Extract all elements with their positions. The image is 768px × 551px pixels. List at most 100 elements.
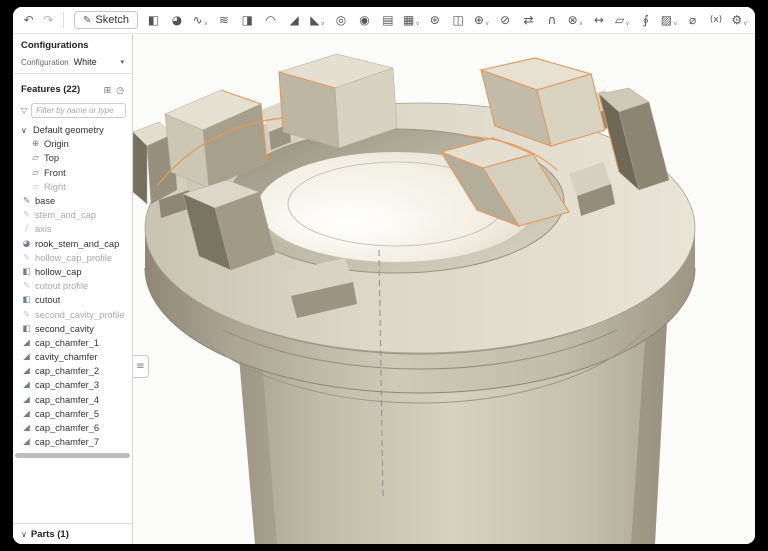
toolbar-mirror-button[interactable]: ◫ [449, 10, 468, 30]
feature-item-cap-chamfer-1[interactable]: ◢cap_chamfer_1 [13, 336, 132, 350]
toolbar-chamfer-button[interactable]: ◢ [285, 10, 304, 30]
feature-item-stem-and-cap[interactable]: ✎stem_and_cap [13, 208, 132, 222]
feature-item-hollow-cap[interactable]: ◧hollow_cap [13, 265, 132, 279]
toolbar-shell-button[interactable]: ◎ [332, 10, 351, 30]
chevron-down-icon: ∨ [415, 20, 419, 30]
toolbar-measure-button[interactable]: ⌀ [683, 10, 702, 30]
revolve-icon: ◕ [172, 14, 182, 26]
toolbar-extrude-button[interactable]: ◧ [144, 10, 163, 30]
feature-item-base[interactable]: ✎base [13, 194, 132, 208]
thicken-icon: ◨ [242, 14, 253, 26]
tree-default-geometry[interactable]: ∨Default geometry [13, 123, 132, 137]
crenellation-block-center[interactable] [279, 54, 397, 148]
tree-item-label: cap_chamfer_5 [35, 409, 99, 419]
rook-3d-model[interactable] [133, 34, 755, 544]
chevron-down-icon: ∨ [204, 20, 208, 30]
feature-item-cap-chamfer-3[interactable]: ◢cap_chamfer_3 [13, 378, 132, 392]
toolbar-divider [63, 12, 64, 28]
panel-collapse-tab[interactable]: ≡ [133, 355, 149, 378]
history-icon[interactable]: ◷ [116, 86, 124, 96]
toolbar-thicken-button[interactable]: ◨ [238, 10, 257, 30]
variables-icon: (x) [710, 16, 722, 25]
feature-filter-input[interactable] [31, 103, 126, 118]
toolbar-draft-button[interactable]: ◣∨ [308, 10, 327, 30]
tree-item-top[interactable]: ▱Top [13, 151, 132, 165]
plane-icon: ▱ [30, 168, 41, 178]
rib-icon: ▤ [382, 14, 393, 26]
toolbar-circular-pattern-button[interactable]: ⊛ [425, 10, 444, 30]
toolbar-move-face-button[interactable]: ↔ [589, 10, 608, 30]
offset-surface-icon: ∩ [548, 14, 557, 26]
toolbar-hole-button[interactable]: ◉ [355, 10, 374, 30]
tree-item-right[interactable]: ▱Right [13, 180, 132, 194]
toolbar-boolean-button[interactable]: ⊕∨ [472, 10, 491, 30]
feature-item-second-cavity[interactable]: ◧second_cavity [13, 322, 132, 336]
delete-face-icon: ⊗ [568, 14, 578, 26]
viewport-3d[interactable]: ≡ [133, 34, 755, 544]
configuration-label: Configuration [21, 58, 69, 67]
redo-button[interactable]: ↷ [39, 10, 58, 30]
sketch-icon: ✎ [21, 281, 32, 291]
toolbar-split-button[interactable]: ⊘ [496, 10, 515, 30]
sketch-list-icon[interactable]: ⊞ [104, 86, 112, 96]
tree-item-label: cap_chamfer_7 [35, 437, 99, 447]
toolbar-helix-button[interactable]: ∮ [636, 10, 655, 30]
tree-item-label: second_cavity [35, 324, 94, 334]
toolbar-loft-button[interactable]: ≋ [214, 10, 233, 30]
circular-pattern-icon: ⊛ [430, 14, 440, 26]
split-icon: ⊘ [500, 14, 510, 26]
toolbar-fillet-button[interactable]: ◠ [261, 10, 280, 30]
configurations-section: Configurations Configuration White ▾ [13, 34, 132, 74]
chamfer-icon: ◢ [21, 338, 32, 348]
chevron-down-icon: ∨ [321, 20, 325, 30]
chevron-down-icon: ∨ [485, 20, 489, 30]
toolbar-appearance-button[interactable]: ⚙∨ [730, 10, 749, 30]
tree-item-origin[interactable]: ⊕Origin [13, 137, 132, 151]
tree-item-label: Default geometry [33, 125, 104, 135]
feature-item-rook-stem-and-cap[interactable]: ◕rook_stem_and_cap [13, 237, 132, 251]
feature-item-axis[interactable]: ∕axis [13, 222, 132, 236]
features-header: Features (22) ⊞◷ [13, 74, 132, 100]
feature-item-cap-chamfer-7[interactable]: ◢cap_chamfer_7 [13, 435, 132, 449]
feature-item-cap-chamfer-6[interactable]: ◢cap_chamfer_6 [13, 421, 132, 435]
toolbar-rib-button[interactable]: ▤ [378, 10, 397, 30]
sketch-button[interactable]: ✎ Sketch [74, 11, 138, 29]
tree-item-label: Right [44, 182, 66, 192]
tree-item-label: stem_and_cap [35, 210, 96, 220]
tree-item-label: cap_chamfer_2 [35, 366, 99, 376]
toolbar-sheet-metal-button[interactable]: ▨∨ [660, 10, 679, 30]
feature-item-hollow-cap-profile[interactable]: ✎hollow_cap_profile [13, 251, 132, 265]
feature-item-cap-chamfer-2[interactable]: ◢cap_chamfer_2 [13, 364, 132, 378]
parts-section-header[interactable]: ∨ Parts (1) [13, 523, 132, 544]
tree-item-label: cutout profile [35, 281, 88, 291]
configuration-dropdown[interactable]: Configuration White ▾ [21, 57, 124, 67]
toolbar-variables-button[interactable]: (x) [707, 10, 726, 30]
feature-item-cap-chamfer-5[interactable]: ◢cap_chamfer_5 [13, 407, 132, 421]
chamfer-icon: ◢ [21, 437, 32, 447]
horizontal-scrollbar[interactable] [15, 453, 130, 458]
chamfer-icon: ◢ [21, 395, 32, 405]
chevron-down-icon: ∨ [21, 530, 27, 539]
toolbar-revolve-button[interactable]: ◕ [167, 10, 186, 30]
extrude-icon: ◧ [21, 295, 32, 305]
feature-item-cutout-profile[interactable]: ✎cutout profile [13, 279, 132, 293]
fillet-icon: ◠ [265, 14, 275, 26]
sketch-icon: ✎ [21, 310, 32, 320]
tree-item-label: cavity_chamfer [35, 352, 98, 362]
toolbar-transform-button[interactable]: ⇄ [519, 10, 538, 30]
feature-item-cavity-chamfer[interactable]: ◢cavity_chamfer [13, 350, 132, 364]
chevron-down-icon[interactable]: ∨ [21, 126, 30, 135]
undo-button[interactable]: ↶ [19, 10, 38, 30]
features-header-icons: ⊞◷ [99, 80, 124, 98]
feature-item-second-cavity-profile[interactable]: ✎second_cavity_profile [13, 307, 132, 321]
toolbar-sweep-button[interactable]: ∿∨ [191, 10, 210, 30]
toolbar-linear-pattern-button[interactable]: ▦∨ [402, 10, 421, 30]
axis-icon: ∕ [21, 224, 32, 234]
feature-item-cutout[interactable]: ◧cutout [13, 293, 132, 307]
tree-item-front[interactable]: ▱Front [13, 166, 132, 180]
toolbar-offset-surface-button[interactable]: ∩ [542, 10, 561, 30]
toolbar-plane-button[interactable]: ▱∨ [613, 10, 632, 30]
toolbar-delete-face-button[interactable]: ⊗∨ [566, 10, 585, 30]
feature-item-cap-chamfer-4[interactable]: ◢cap_chamfer_4 [13, 393, 132, 407]
chevron-down-icon: ∨ [673, 20, 677, 30]
